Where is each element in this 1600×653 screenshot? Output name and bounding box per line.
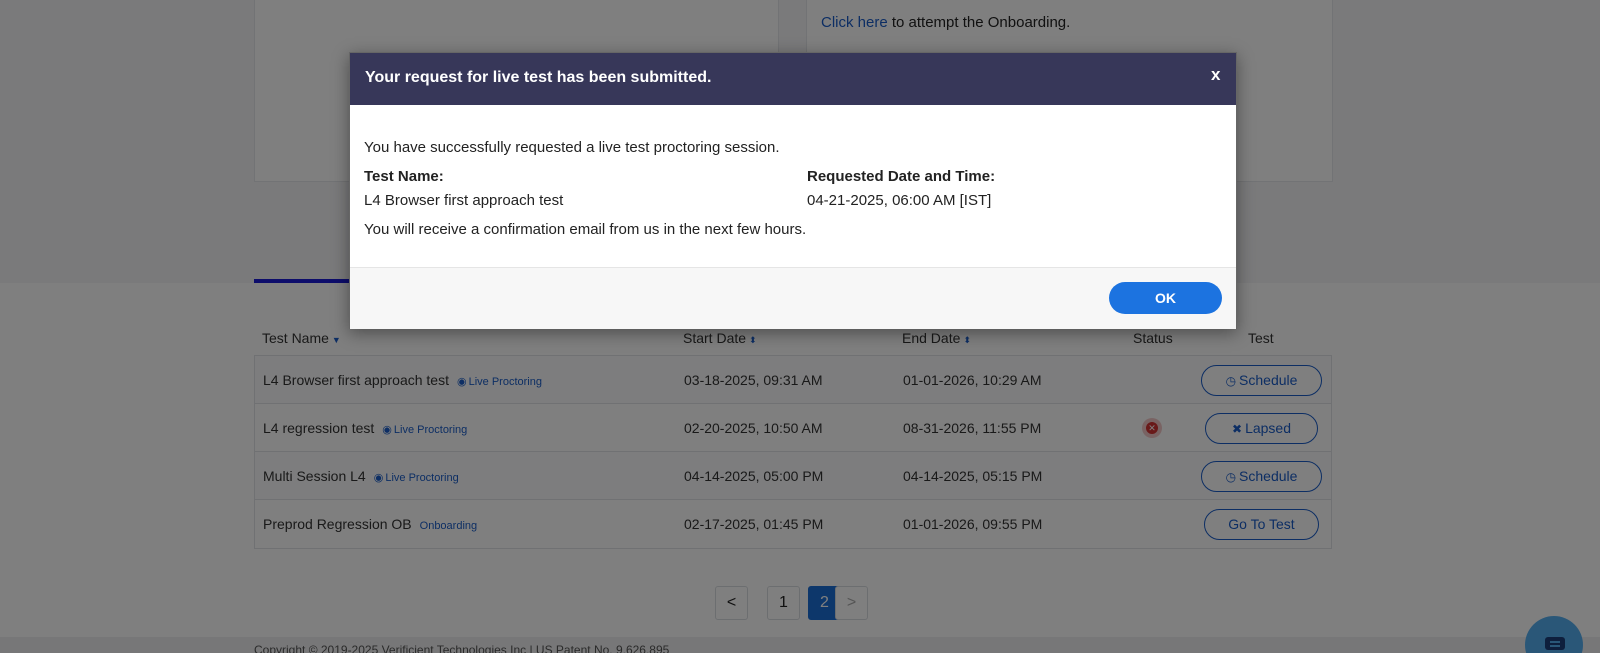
datetime-label: Requested Date and Time:: [807, 168, 996, 185]
modal-intro: You have successfully requested a live t…: [364, 139, 780, 156]
confirmation-text: You will receive a confirmation email fr…: [364, 221, 807, 238]
submission-modal: Your request for live test has been subm…: [349, 52, 1237, 329]
modal-header: Your request for live test has been subm…: [350, 53, 1236, 105]
test-name-label: Test Name:: [364, 168, 444, 185]
datetime-value: 04-21-2025, 06:00 AM [IST]: [807, 192, 992, 209]
modal-body: You have successfully requested a live t…: [350, 105, 1236, 262]
ok-button[interactable]: OK: [1109, 282, 1222, 314]
modal-title: Your request for live test has been subm…: [365, 69, 712, 86]
modal-footer: OK: [350, 267, 1236, 329]
close-icon[interactable]: x: [1211, 65, 1220, 85]
test-name-value: L4 Browser first approach test: [364, 192, 564, 209]
